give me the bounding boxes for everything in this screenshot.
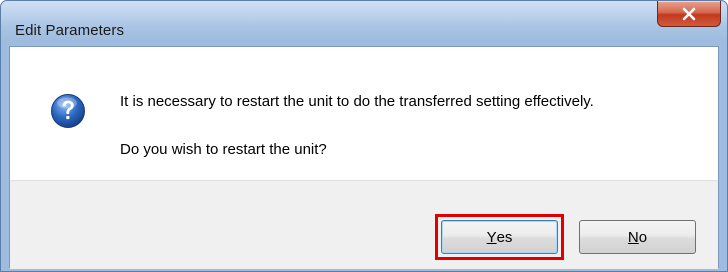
message-line-2: Do you wish to restart the unit? xyxy=(120,141,327,158)
message-line-1: It is necessary to restart the unit to d… xyxy=(120,93,594,110)
dialog-body: It is necessary to restart the unit to d… xyxy=(9,46,719,269)
question-icon xyxy=(51,94,85,128)
yes-label-rest: es xyxy=(496,228,513,246)
yes-mnemonic: Y xyxy=(486,228,497,246)
no-label-rest: o xyxy=(638,228,648,246)
dialog-window: Edit Parameters It is necessary to resta… xyxy=(0,0,728,272)
no-button[interactable]: No xyxy=(579,220,696,254)
yes-button[interactable]: Yes xyxy=(441,220,558,254)
button-bar: Yes No xyxy=(10,180,718,269)
window-title: Edit Parameters xyxy=(15,22,125,39)
no-mnemonic: N xyxy=(627,228,639,246)
title-bar[interactable]: Edit Parameters xyxy=(1,1,727,39)
close-icon xyxy=(682,7,696,20)
close-button[interactable] xyxy=(657,1,721,27)
message-area: It is necessary to restart the unit to d… xyxy=(10,47,718,180)
